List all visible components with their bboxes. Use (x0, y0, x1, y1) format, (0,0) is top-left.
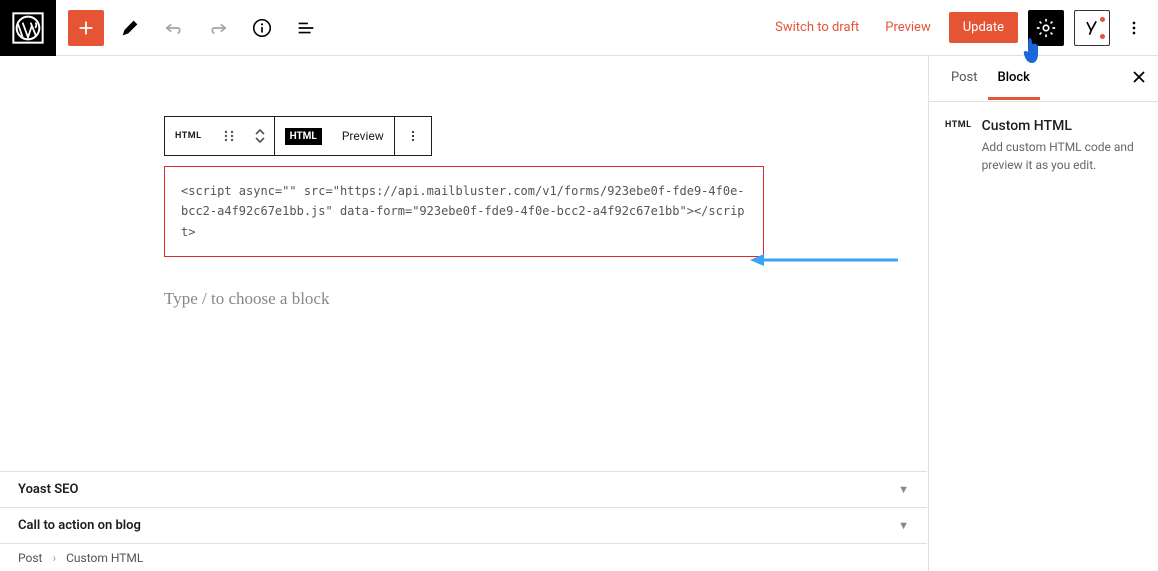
block-placeholder[interactable]: Type / to choose a block (164, 289, 764, 309)
sidebar-tabs: Post Block (929, 56, 1158, 102)
settings-button[interactable] (1028, 10, 1064, 46)
tab-block[interactable]: Block (988, 58, 1040, 100)
breadcrumb-separator: › (52, 551, 56, 565)
settings-sidebar: Post Block HTML Custom HTML Add custom H… (928, 56, 1158, 571)
block-description: Add custom HTML code and preview it as y… (982, 138, 1142, 174)
drag-icon (222, 129, 236, 143)
undo-icon (163, 17, 185, 39)
close-icon (1132, 70, 1146, 84)
bottom-panels: Yoast SEO ▼ Call to action on blog ▼ (0, 471, 927, 543)
redo-button[interactable] (200, 10, 236, 46)
tab-post[interactable]: Post (941, 58, 988, 100)
block-type-button[interactable]: HTML (165, 117, 212, 155)
chevron-down-icon: ▼ (898, 519, 909, 532)
close-sidebar-button[interactable] (1132, 68, 1146, 89)
panel-title: Call to action on blog (18, 518, 141, 533)
yoast-icon (1082, 18, 1102, 38)
html-icon: HTML (175, 131, 202, 141)
preview-button[interactable]: Preview (877, 14, 938, 41)
sidebar-body: HTML Custom HTML Add custom HTML code an… (929, 102, 1158, 190)
custom-html-input[interactable]: <script async="" src="https://api.mailbl… (164, 166, 764, 257)
arrow-annotation (750, 250, 900, 274)
panel-title: Yoast SEO (18, 482, 78, 497)
html-icon: HTML (945, 120, 972, 130)
wordpress-logo[interactable] (0, 0, 56, 56)
block-title: Custom HTML (982, 118, 1142, 134)
edit-mode-button[interactable] (112, 10, 148, 46)
top-toolbar: Switch to draft Preview Update (0, 0, 1158, 56)
more-options-button[interactable] (1120, 10, 1148, 46)
block-toolbar: HTML HTML Preview (164, 116, 432, 156)
breadcrumb-root[interactable]: Post (18, 551, 42, 565)
move-block-button[interactable] (246, 117, 274, 155)
more-vertical-icon (1124, 18, 1144, 38)
top-right-tools: Switch to draft Preview Update (767, 10, 1158, 46)
chevron-down-icon: ▼ (898, 483, 909, 496)
info-button[interactable] (244, 10, 280, 46)
plus-icon (75, 17, 97, 39)
chevron-down-icon (254, 136, 266, 144)
gear-icon (1035, 17, 1057, 39)
chevron-up-icon (254, 128, 266, 136)
preview-view-button[interactable]: Preview (332, 117, 394, 155)
pencil-icon (119, 17, 141, 39)
info-icon (251, 17, 273, 39)
more-vertical-icon (405, 128, 421, 144)
update-button[interactable]: Update (949, 12, 1018, 43)
breadcrumb-current[interactable]: Custom HTML (66, 551, 143, 565)
list-icon (295, 17, 317, 39)
wordpress-icon (12, 12, 44, 44)
breadcrumb: Post › Custom HTML (0, 543, 927, 571)
redo-icon (207, 17, 229, 39)
main-area: HTML HTML Preview (0, 56, 1158, 571)
top-left-tools (56, 10, 324, 46)
editor-canvas: HTML HTML Preview (0, 56, 928, 571)
html-view-button[interactable]: HTML (275, 117, 332, 155)
yoast-seo-panel[interactable]: Yoast SEO ▼ (0, 471, 927, 507)
add-block-button[interactable] (68, 10, 104, 46)
outline-button[interactable] (288, 10, 324, 46)
drag-handle[interactable] (212, 117, 246, 155)
yoast-button[interactable] (1074, 10, 1110, 46)
switch-to-draft-button[interactable]: Switch to draft (767, 14, 867, 41)
block-more-button[interactable] (395, 117, 431, 155)
cta-panel[interactable]: Call to action on blog ▼ (0, 507, 927, 543)
undo-button[interactable] (156, 10, 192, 46)
